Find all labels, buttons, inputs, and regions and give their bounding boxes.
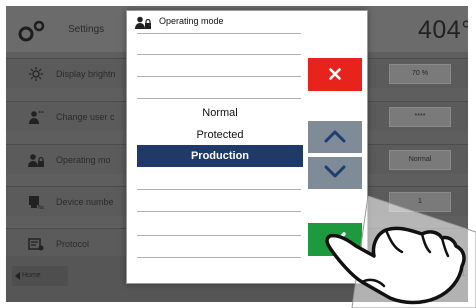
divider: [137, 76, 301, 77]
divider: [137, 235, 301, 236]
scroll-up-button[interactable]: [308, 121, 362, 153]
row-label: Change user c: [56, 112, 115, 122]
option-normal[interactable]: Normal: [137, 102, 303, 124]
row-label: Device numbe: [56, 197, 114, 207]
user-stars-icon: ***: [29, 110, 44, 124]
close-icon: [329, 67, 341, 80]
user-lock-icon: [28, 154, 44, 167]
protocol-icon: [28, 238, 44, 251]
pointing-hand-icon: [325, 196, 476, 308]
sun-icon: [29, 67, 43, 81]
row-label: Operating mo: [56, 155, 111, 165]
scroll-down-button[interactable]: [308, 157, 362, 189]
divider: [137, 54, 301, 55]
row-value: ****: [389, 107, 451, 127]
divider: [137, 257, 301, 258]
user-lock-icon: [135, 16, 151, 29]
divider: [137, 33, 301, 34]
row-label: Protocol: [56, 239, 90, 249]
divider: [137, 211, 301, 212]
gear-icon: [18, 20, 45, 42]
close-button[interactable]: [308, 58, 362, 91]
dialog-title: Operating mode: [159, 16, 224, 26]
page-title: Settings: [68, 24, 105, 35]
svg-text:No: No: [38, 205, 44, 209]
chevron-up-icon: [324, 130, 346, 142]
row-value: Normal: [389, 150, 451, 170]
svg-text:***: ***: [38, 110, 44, 117]
home-button[interactable]: Home: [12, 266, 68, 286]
divider: [137, 189, 301, 190]
option-protected[interactable]: Protected: [137, 124, 303, 146]
row-label: Display brightn: [56, 69, 116, 79]
device-number-icon: No: [29, 196, 44, 209]
chevron-down-icon: [324, 165, 346, 177]
divider: [137, 98, 301, 99]
option-production[interactable]: Production: [137, 145, 303, 167]
temperature-readout: 404°C: [418, 16, 468, 44]
row-value: 70 %: [389, 64, 451, 84]
